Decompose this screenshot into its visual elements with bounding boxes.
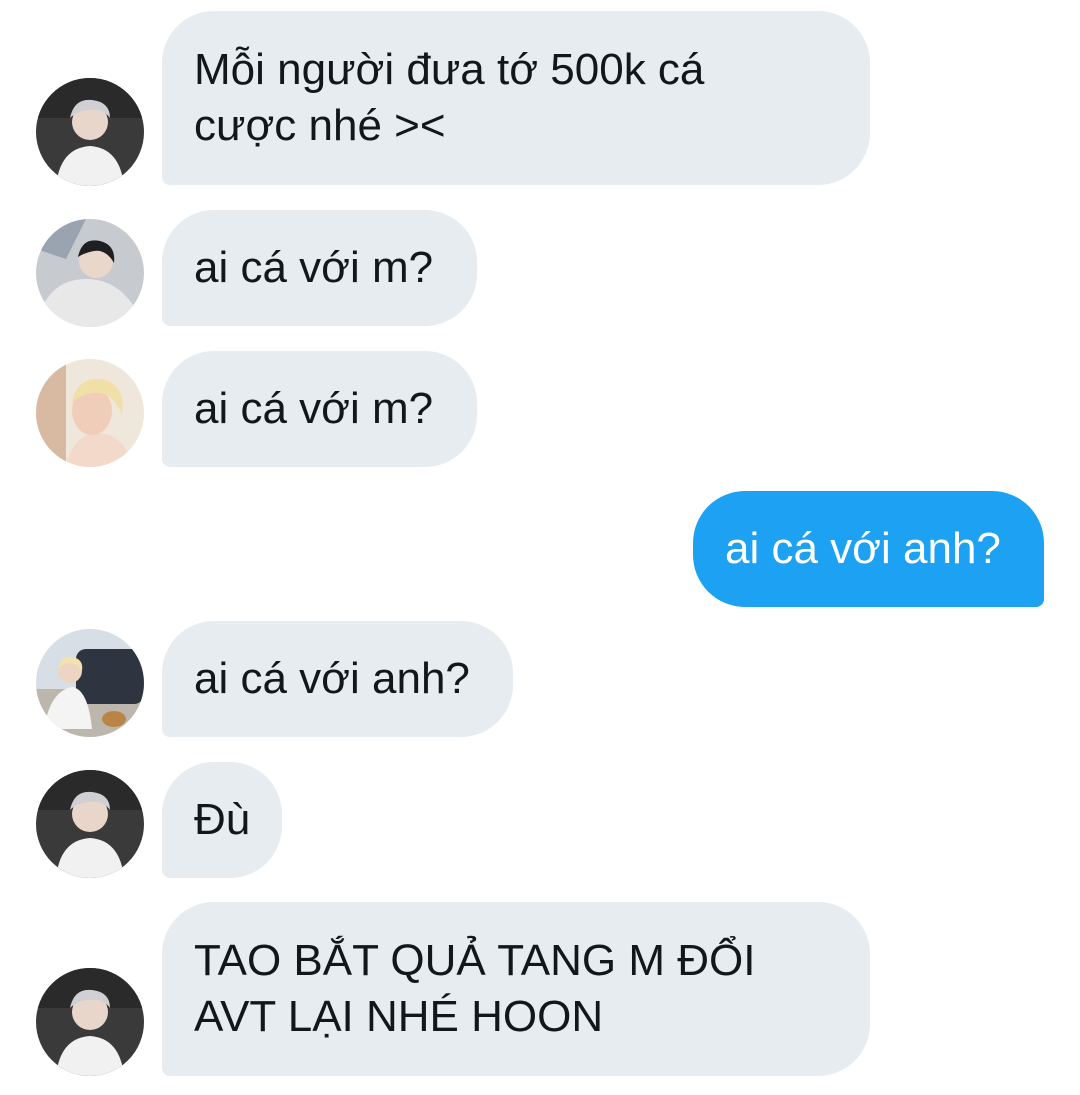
message-bubble-received[interactable]: Mỗi người đưa tớ 500k cá cược nhé >< xyxy=(162,11,870,185)
message-bubble-received[interactable]: ai cá với anh? xyxy=(162,621,513,737)
message-bubble-received[interactable]: ai cá với m? xyxy=(162,351,477,467)
message-text: Mỗi người đưa tớ 500k cá cược nhé >< xyxy=(194,45,705,150)
message-text: ai cá với m? xyxy=(194,243,434,292)
avatar-blonde-profile[interactable] xyxy=(36,359,144,467)
message-text: ai cá với m? xyxy=(194,384,434,433)
avatar-silver-hair-white-shirt[interactable] xyxy=(36,78,144,186)
avatar-silver-hair-white-shirt[interactable] xyxy=(36,968,144,1076)
avatar-photo xyxy=(36,219,144,327)
avatar-blonde-with-car-and-dog[interactable] xyxy=(36,629,144,737)
avatar-silver-hair-white-shirt[interactable] xyxy=(36,770,144,878)
message-text: TAO BẮT QUẢ TANG M ĐỔI AVT LẠI NHÉ HOON xyxy=(194,936,756,1041)
message-text: ai cá với anh? xyxy=(725,524,1001,573)
avatar-photo xyxy=(36,770,144,878)
avatar-photo xyxy=(36,359,144,467)
message-text: Đù xyxy=(194,795,251,844)
avatar-photo xyxy=(36,629,144,737)
message-text: ai cá với anh? xyxy=(194,654,470,703)
message-bubble-received[interactable]: Đù xyxy=(162,762,282,878)
avatar-photo xyxy=(36,968,144,1076)
avatar-dark-hair-selfie[interactable] xyxy=(36,219,144,327)
message-bubble-sent[interactable]: ai cá với anh? xyxy=(693,491,1044,607)
avatar-photo xyxy=(36,78,144,186)
message-bubble-received[interactable]: ai cá với m? xyxy=(162,210,477,326)
message-bubble-received[interactable]: TAO BẮT QUẢ TANG M ĐỔI AVT LẠI NHÉ HOON xyxy=(162,902,870,1076)
